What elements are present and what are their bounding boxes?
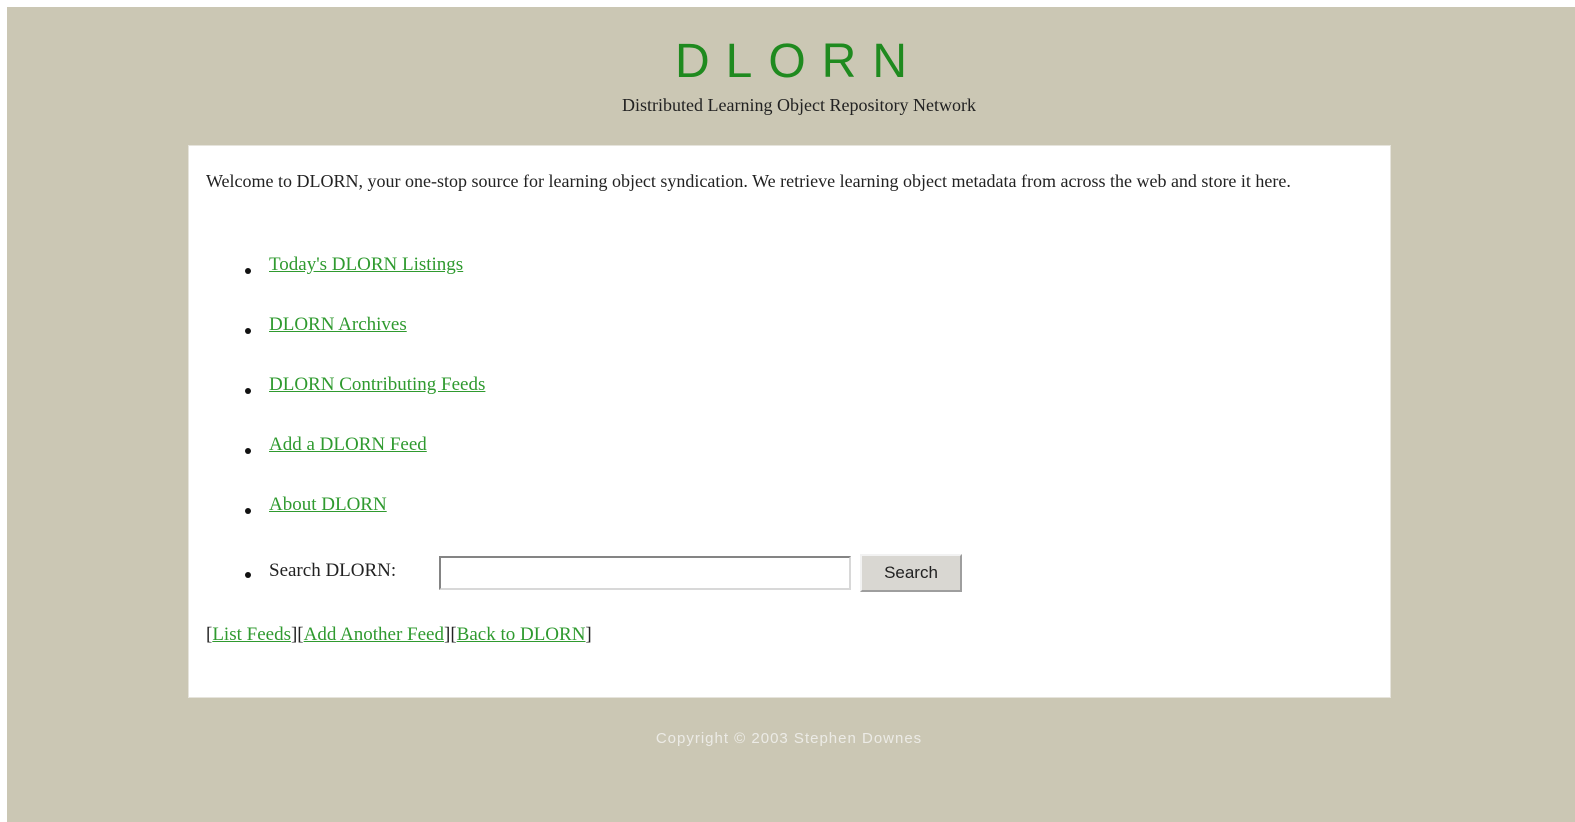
search-row: Search DLORN: Search [189,554,1089,594]
bullet-icon [245,328,251,334]
copyright-text: Copyright © 2003 Stephen Downes [655,730,923,747]
contributing-feeds-link[interactable]: DLORN Contributing Feeds [269,374,485,396]
todays-listings-link[interactable]: Today's DLORN Listings [269,254,463,276]
back-to-dlorn-link[interactable]: Back to DLORN [457,624,586,645]
bracket-separator: ][ [290,624,304,645]
bullet-icon [245,572,251,578]
list-feeds-link[interactable]: List Feeds [212,624,291,645]
bullet-icon [245,448,251,454]
intro-text: Welcome to DLORN, your one-stop source f… [206,171,1291,191]
add-feed-link[interactable]: Add a DLORN Feed [269,434,427,456]
site-subtitle: Distributed Learning Object Repository N… [622,95,976,115]
footer-links: [List Feeds][Add Another Feed][Back to D… [206,624,592,646]
bullet-icon [245,268,251,274]
bullet-icon [245,388,251,394]
add-another-feed-link[interactable]: Add Another Feed [304,624,444,645]
search-button[interactable]: Search [860,554,962,592]
site-title: DLORN [674,35,924,88]
bracket-separator: ][ [444,624,457,645]
bracket-close: ] [585,624,592,645]
archives-link[interactable]: DLORN Archives [269,314,407,336]
search-label: Search DLORN: [269,560,397,581]
about-link[interactable]: About DLORN [269,494,387,516]
bullet-icon [245,508,251,514]
content-panel: Welcome to DLORN, your one-stop source f… [188,145,1391,698]
search-input[interactable] [439,556,851,590]
